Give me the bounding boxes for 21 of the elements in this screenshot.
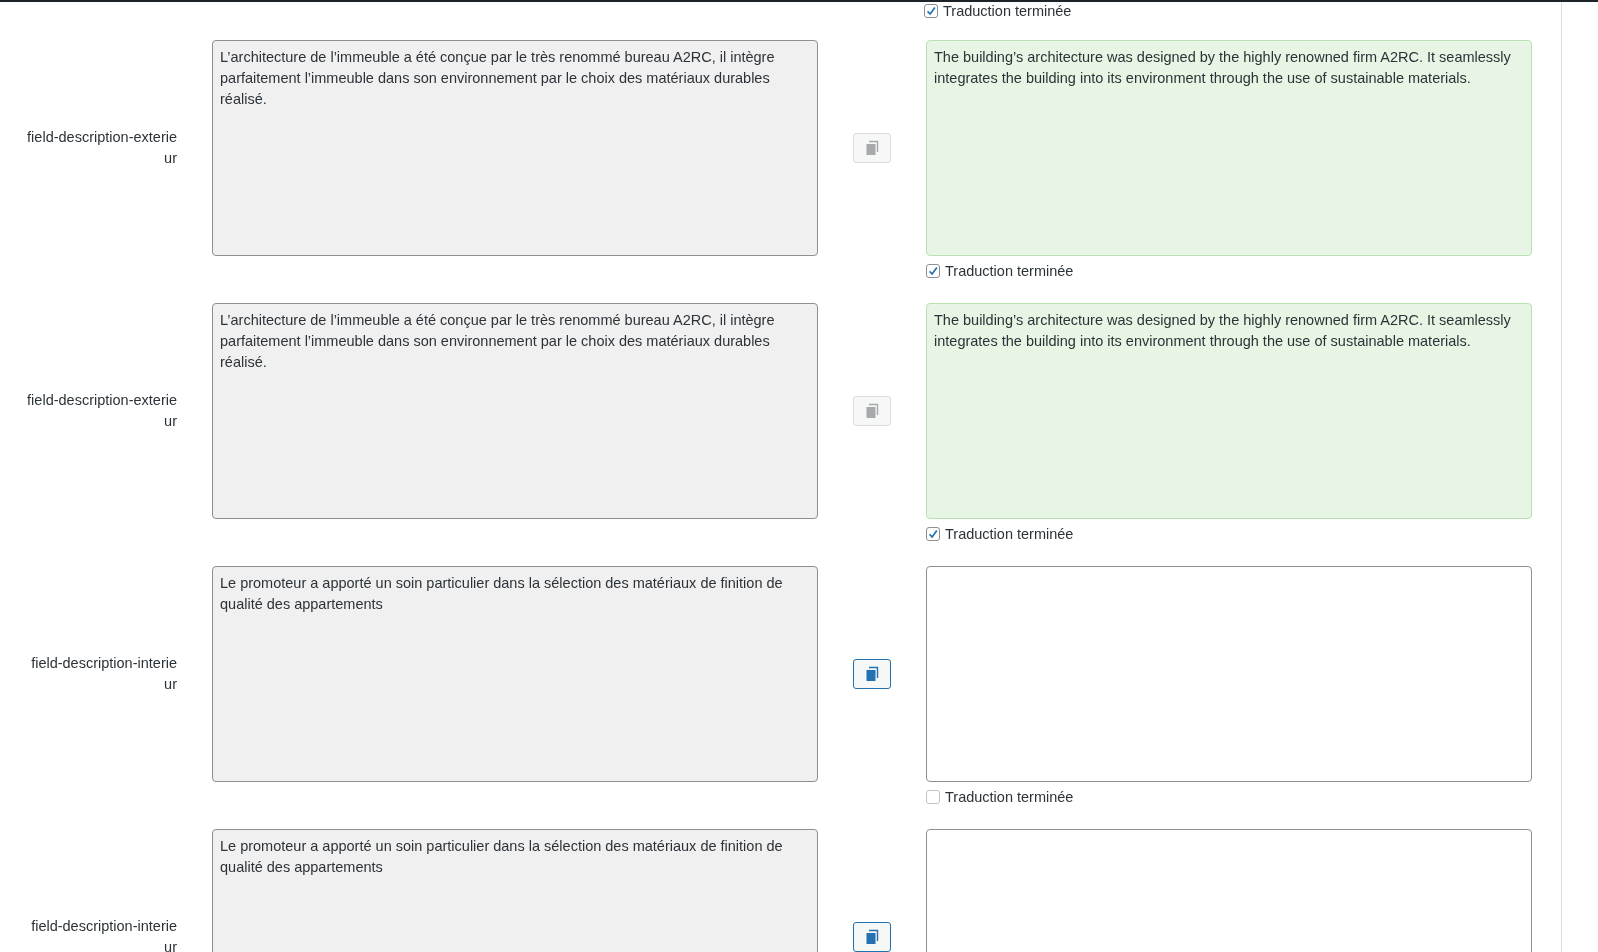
field-label: field-description-interieur xyxy=(30,654,177,694)
copy-icon xyxy=(864,929,880,945)
field-label: field-description-interieur xyxy=(30,917,177,952)
checkbox[interactable] xyxy=(926,790,940,804)
checkbox-label: Traduction terminée xyxy=(945,525,1074,543)
translation-field[interactable]: The building’s architecture was designed by the highly renowned firm A2RC. It seamlessly integrates the building into its environment through the use of sustainable materials. xyxy=(926,40,1532,256)
checkbox[interactable] xyxy=(926,264,940,278)
copy-icon xyxy=(864,666,880,682)
copy-button[interactable] xyxy=(853,922,891,952)
checkbox-label: Traduction terminée xyxy=(945,788,1074,806)
copy-button[interactable] xyxy=(853,659,891,689)
checkbox[interactable] xyxy=(926,527,940,541)
field-label: field-description-exterieur xyxy=(27,128,177,168)
checkbox-label: Traduction terminée xyxy=(943,2,1072,20)
field-label: field-description-exterieur xyxy=(27,391,177,431)
translation-field[interactable]: The building’s architecture was designed by the highly renowned firm A2RC. It seamlessly integrates the building into its environment through the use of sustainable materials. xyxy=(926,303,1532,519)
copy-icon xyxy=(864,140,880,156)
checkbox[interactable] xyxy=(924,4,938,18)
translation-field[interactable] xyxy=(926,566,1532,782)
copy-icon xyxy=(864,403,880,419)
checkbox-label: Traduction terminée xyxy=(945,262,1074,280)
